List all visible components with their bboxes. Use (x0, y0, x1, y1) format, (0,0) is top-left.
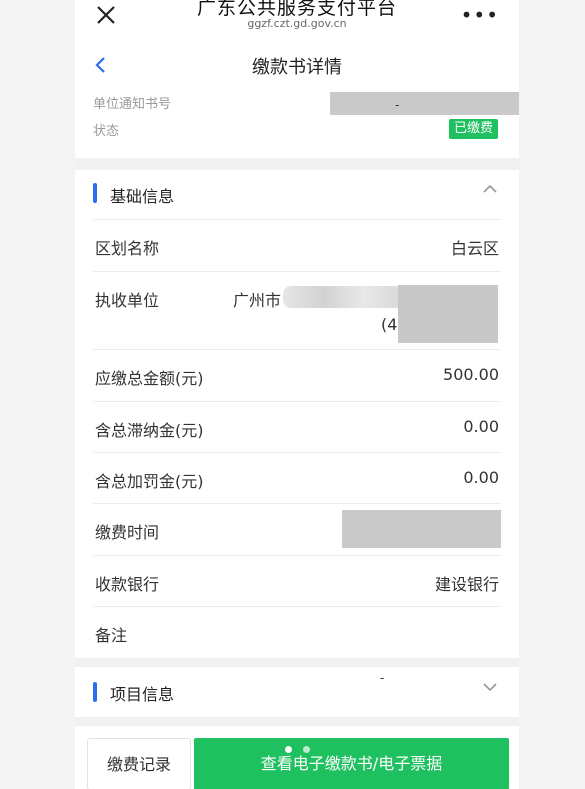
row-label: 含总滞纳金(元) (95, 421, 204, 440)
top-info-card: 单位通知书号 - 状态 已缴费 (75, 92, 519, 158)
row-label: 含总加罚金(元) (95, 472, 204, 491)
more-icon[interactable]: ••• (461, 5, 499, 25)
chevron-down-icon[interactable] (483, 682, 497, 692)
row-label: 收款银行 (95, 575, 160, 594)
row-penalty: 含总加罚金(元) 0.00 (93, 452, 501, 504)
row-value: 建设银行 (434, 575, 499, 594)
blurred-unit-name (283, 286, 403, 308)
payment-history-button[interactable]: 缴费记录 (87, 738, 191, 789)
section-marker (93, 682, 97, 702)
notice-number-dash: - (395, 98, 400, 112)
row-label: 缴费时间 (95, 523, 160, 542)
row-label: 备注 (95, 626, 128, 645)
background-left (0, 0, 75, 789)
row-value: 广州市 (233, 291, 282, 310)
notice-number-label: 单位通知书号 (93, 97, 172, 112)
base-info-card: 基础信息 区划名称 白云区 执收单位 广州市 (44 应缴总金额(元) 500.… (75, 170, 519, 658)
page-title: 缴款书详情 (252, 57, 342, 78)
page-header: 缴款书详情 (75, 38, 519, 92)
row-region: 区划名称 白云区 (93, 219, 501, 271)
row-label: 应缴总金额(元) (95, 369, 204, 388)
chevron-up-icon[interactable] (483, 184, 497, 194)
status-badge: 已缴费 (449, 119, 499, 139)
page-indicator-dot (303, 746, 310, 753)
section-marker (93, 183, 97, 203)
row-total-amount: 应缴总金额(元) 500.00 (93, 349, 501, 401)
row-collecting-unit: 执收单位 广州市 (44 (93, 271, 501, 349)
redacted-unit-code (398, 285, 498, 343)
row-payment-time: 缴费时间 (93, 503, 501, 555)
status-label: 状态 (93, 124, 120, 139)
redacted-notice-number (330, 92, 519, 115)
page-indicator-dot-active (285, 746, 292, 753)
row-value: 0.00 (463, 468, 499, 487)
row-label: 执收单位 (95, 291, 160, 310)
row-bank: 收款银行 建设银行 (93, 555, 501, 607)
row-value: 白云区 (450, 239, 499, 258)
redacted-payment-time (342, 510, 501, 548)
browser-bar: 广东公共服务支付平台 ggzf.czt.gd.gov.cn ••• (75, 0, 519, 38)
background-right (519, 0, 585, 789)
base-info-title: 基础信息 (110, 187, 175, 206)
row-label: 区划名称 (95, 239, 160, 258)
row-value: 500.00 (443, 365, 499, 384)
project-dash: - (380, 671, 385, 685)
bottom-action-bar: 缴费记录 查看电子缴款书/电子票据 (75, 726, 519, 789)
phone-screen: 广东公共服务支付平台 ggzf.czt.gd.gov.cn ••• 缴款书详情 … (75, 0, 519, 789)
project-info-card[interactable]: 项目信息 - (75, 667, 519, 717)
row-late-fee: 含总滞纳金(元) 0.00 (93, 401, 501, 453)
row-value: 0.00 (463, 417, 499, 436)
row-remark: 备注 (93, 606, 501, 658)
site-url: ggzf.czt.gd.gov.cn (247, 17, 347, 30)
project-info-title: 项目信息 (110, 685, 175, 704)
view-e-notice-button[interactable]: 查看电子缴款书/电子票据 (194, 738, 509, 789)
